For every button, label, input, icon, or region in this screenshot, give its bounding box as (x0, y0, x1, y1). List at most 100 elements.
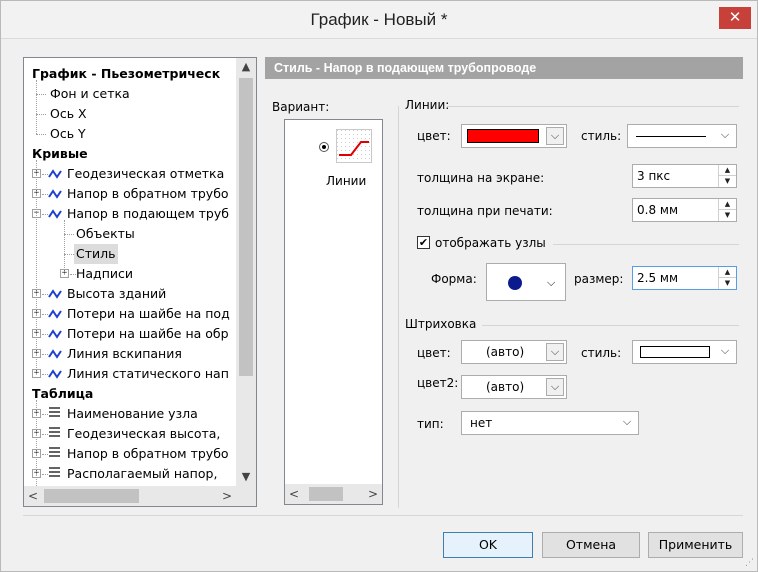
variant-list: Линии < > (284, 119, 383, 505)
scroll-left-arrow[interactable]: < (285, 484, 303, 504)
close-icon: ✕ (728, 8, 742, 26)
table-lines-icon (48, 446, 61, 463)
apply-button[interactable]: Применить (648, 532, 743, 558)
curve-icon (48, 309, 62, 320)
curve-icon (48, 349, 62, 360)
line-style-thumbnail-icon (336, 129, 372, 163)
spin-up-icon[interactable]: ▲ (719, 165, 736, 176)
chevron-down-icon: ⌵ (720, 128, 730, 141)
line-color-label: цвет: (417, 129, 451, 143)
line-style-label: стиль: (581, 129, 622, 143)
scroll-right-arrow[interactable]: > (364, 484, 382, 504)
hatch-style-select[interactable]: ⌵ (632, 340, 737, 364)
tree-item-label: Напор в обратном трубо (67, 446, 229, 461)
spin-down-icon[interactable]: ▼ (719, 278, 736, 289)
title-bar: График - Новый * ✕ (1, 1, 757, 39)
scroll-thumb[interactable] (44, 489, 139, 503)
tree-connector (64, 220, 65, 274)
scroll-left-arrow[interactable]: < (24, 486, 42, 506)
curve-icon (48, 209, 62, 220)
spin-up-icon[interactable]: ▲ (719, 267, 736, 278)
hatch-color-value: (авто) (486, 345, 525, 359)
close-button[interactable]: ✕ (719, 7, 751, 29)
group-divider (447, 106, 739, 107)
resize-grip-icon[interactable]: ⋰ (745, 558, 754, 568)
node-size-stepper[interactable]: ▲ ▼ (718, 267, 736, 289)
node-shape-circle-icon (508, 276, 522, 290)
scroll-thumb[interactable] (239, 78, 253, 376)
footer-divider (23, 515, 743, 516)
hatch-color-select[interactable]: (авто) ⌵ (461, 340, 567, 364)
hatch-group-label: Штриховка (405, 317, 477, 331)
variant-radio[interactable] (319, 142, 329, 152)
variant-label: Вариант: (272, 100, 330, 114)
spin-up-icon[interactable]: ▲ (719, 199, 736, 210)
check-icon: ✔ (418, 236, 429, 249)
chevron-down-icon: ⌵ (546, 127, 564, 145)
chevron-down-icon: ⌵ (546, 343, 564, 361)
scroll-right-arrow[interactable]: > (218, 486, 236, 506)
line-style-select[interactable]: ⌵ (627, 124, 737, 148)
tree-item-label: Фон и сетка (50, 86, 130, 101)
group-separator (398, 106, 399, 508)
scroll-corner (236, 486, 256, 506)
show-nodes-label[interactable]: отображать узлы (435, 236, 546, 250)
table-lines-icon (48, 426, 61, 443)
tree-item-label: Стиль (74, 244, 118, 264)
tree-connector (36, 400, 37, 486)
variant-item-lines[interactable]: Линии (285, 120, 382, 190)
chevron-down-icon: ⌵ (546, 378, 564, 396)
screen-thickness-stepper[interactable]: ▲ ▼ (718, 165, 736, 187)
group-divider (553, 244, 739, 245)
tree-item-label: Геодезическая отметка (67, 166, 225, 181)
curve-icon (48, 289, 62, 300)
ok-button[interactable]: OK (443, 532, 533, 558)
show-nodes-checkbox[interactable]: ✔ (417, 236, 430, 249)
tree-connector (64, 234, 74, 235)
tree-item-label: Ось Y (50, 126, 86, 141)
hatch-color2-select[interactable]: (авто) ⌵ (461, 375, 567, 399)
spin-down-icon[interactable]: ▼ (719, 210, 736, 221)
scroll-up-arrow[interactable]: ▲ (236, 58, 256, 76)
table-lines-icon (48, 466, 61, 483)
tree-item-label: Таблица (32, 386, 94, 401)
tree-vertical-scrollbar[interactable]: ▲ ▼ (236, 58, 256, 486)
settings-tree: График - Пьезометрическ Фон и сетка Ось X О… (23, 57, 257, 507)
line-color-select[interactable]: ⌵ (461, 124, 567, 148)
tree-connector (36, 160, 37, 374)
tree-connector (64, 254, 74, 255)
node-size-input[interactable]: 2.5 мм ▲ ▼ (632, 266, 737, 290)
print-thickness-value: 0.8 мм (637, 203, 679, 217)
variant-horizontal-scrollbar[interactable]: < > (285, 484, 382, 504)
print-thickness-stepper[interactable]: ▲ ▼ (718, 199, 736, 221)
hatch-style-sample (640, 346, 710, 358)
variant-item-label: Линии (326, 174, 367, 188)
tree-item-label: Линия статического нап (67, 366, 229, 381)
node-shape-select[interactable]: ⌵ (486, 263, 566, 301)
hatch-color2-label: цвет2: (417, 376, 459, 390)
scroll-thumb[interactable] (309, 487, 343, 501)
tree-horizontal-scrollbar[interactable]: < > (24, 486, 236, 506)
lines-group-label: Линии: (405, 98, 450, 112)
cancel-button[interactable]: Отмена (542, 532, 640, 558)
tree-connector (36, 134, 46, 135)
print-thickness-input[interactable]: 0.8 мм ▲ ▼ (632, 198, 737, 222)
hatch-color-label: цвет: (417, 346, 451, 360)
tree-connector (36, 114, 46, 115)
group-divider (482, 325, 739, 326)
hatch-type-select[interactable]: нет ⌵ (461, 411, 639, 435)
node-shape-label: Форма: (431, 272, 477, 286)
screen-thickness-input[interactable]: 3 пкс ▲ ▼ (632, 164, 737, 188)
tree-item-label: Линия вскипания (67, 346, 182, 361)
tree-item-label: Высота зданий (67, 286, 167, 301)
scroll-down-arrow[interactable]: ▼ (236, 468, 256, 486)
curve-icon (48, 329, 62, 340)
spin-down-icon[interactable]: ▼ (719, 176, 736, 187)
hatch-type-label: тип: (417, 417, 444, 431)
tree-item-label: Потери на шайбе на обр (67, 326, 229, 341)
tree-item-label: Объекты (76, 226, 135, 241)
tree-connector (36, 94, 46, 95)
tree-item-label: Геодезическая высота, (67, 426, 221, 441)
screen-thickness-label: толщина на экране: (417, 171, 545, 185)
hatch-color2-value: (авто) (486, 380, 525, 394)
